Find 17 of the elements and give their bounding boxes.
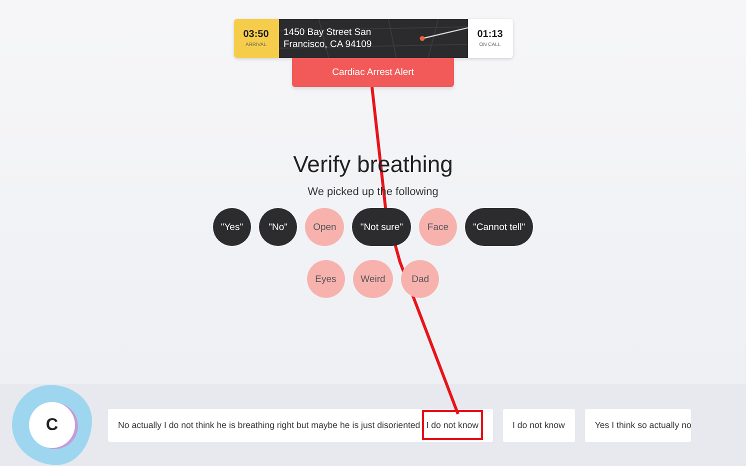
keyword-chip: "Not sure" <box>352 208 411 246</box>
keyword-chip: Eyes <box>306 260 345 298</box>
keyword-chip: "No" <box>259 208 298 246</box>
transcript-text: No actually I do not think he is breathing right but maybe he is just disoriented <box>118 420 420 430</box>
keyword-chip: "Cannot tell" <box>464 208 534 246</box>
transcript-text: Yes I think so actually no <box>594 420 692 430</box>
highlighted-text: I do not know <box>422 410 483 440</box>
keyword-chip: "Yes" <box>212 208 252 246</box>
cardiac-alert-button[interactable]: Cardiac Arrest Alert <box>292 58 454 87</box>
keyword-chip: Face <box>418 208 457 246</box>
arrival-time: 03:50 <box>243 29 269 40</box>
transcript-text: I do not know <box>512 420 565 430</box>
address-text: 1450 Bay Street San Francisco, CA 94109 <box>284 26 373 50</box>
call-timer: 01:13 <box>477 29 503 40</box>
keyword-chip: Dad <box>401 260 440 298</box>
keyword-chip: Open <box>305 208 344 246</box>
keyword-chip: Weird <box>352 260 394 298</box>
